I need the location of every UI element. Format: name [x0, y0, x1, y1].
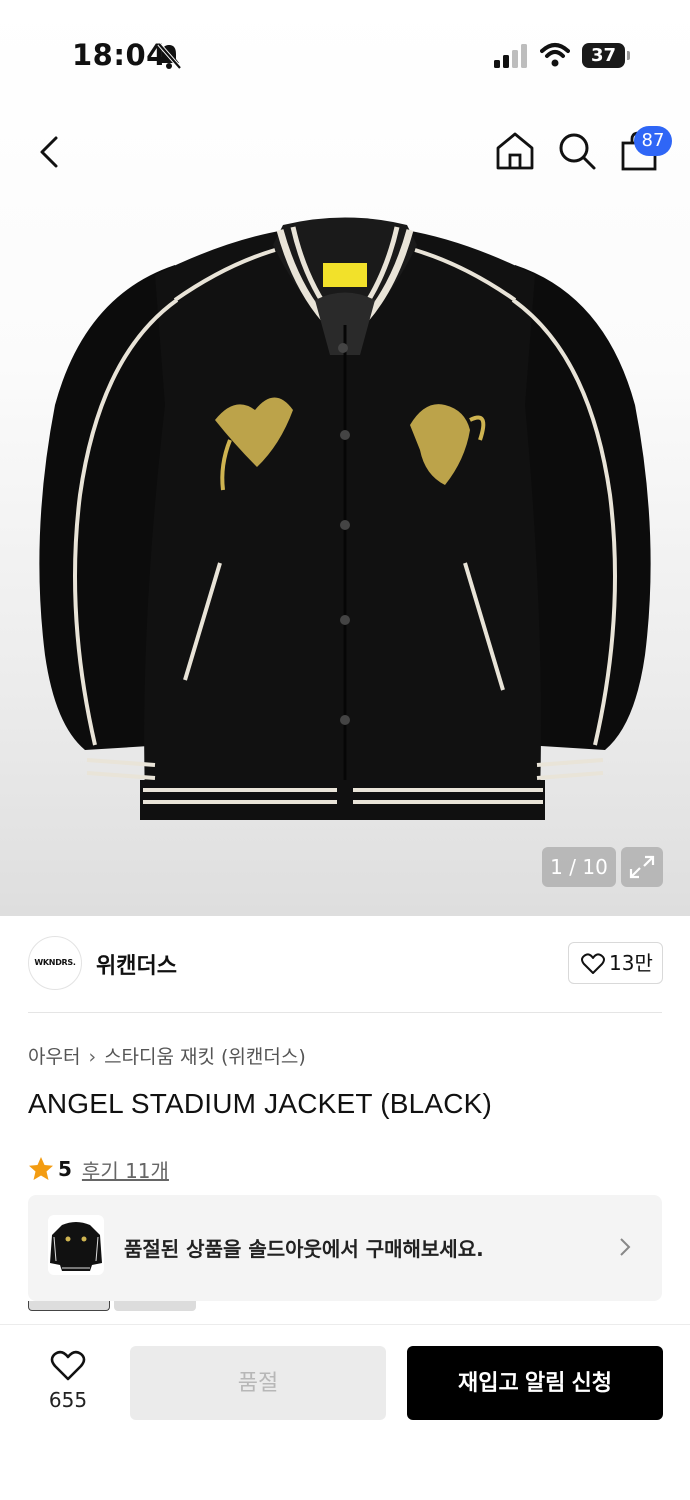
status-time: 18:04 — [72, 38, 167, 72]
heart-icon — [50, 1350, 86, 1381]
breadcrumb: 아우터 › 스타디움 재킷 (위캔더스) — [28, 1042, 306, 1069]
rating-score: 5 — [58, 1157, 72, 1181]
wishlist-count: 655 — [48, 1388, 88, 1412]
bell-slash-icon — [157, 42, 182, 70]
cellular-signal-icon — [494, 44, 527, 68]
expand-icon — [629, 855, 655, 879]
brand-like-count: 13만 — [609, 951, 653, 975]
cart-count-badge: 87 — [634, 126, 672, 156]
heart-icon — [581, 953, 605, 974]
image-counter: 1 / 10 — [542, 847, 616, 887]
breadcrumb-item-outer[interactable]: 아우터 — [28, 1046, 80, 1068]
brand-like-button[interactable]: 13만 — [568, 942, 663, 984]
status-bar: 18:04 37 — [0, 0, 690, 100]
restock-alert-button[interactable]: 재입고 알림 신청 — [407, 1346, 663, 1420]
expand-button[interactable] — [621, 847, 663, 887]
battery-level: 37 — [590, 45, 617, 66]
brand-logo[interactable]: WKNDRS. — [28, 936, 82, 990]
wishlist-button[interactable]: 655 — [28, 1346, 108, 1420]
back-button[interactable] — [30, 130, 70, 174]
tab-stub — [114, 1301, 196, 1311]
tab-stub — [28, 1301, 110, 1311]
product-thumbnail — [48, 1215, 104, 1275]
chevron-right-icon: › — [88, 1046, 97, 1068]
home-icon[interactable] — [494, 130, 536, 172]
soldout-button: 품절 — [130, 1346, 386, 1420]
breadcrumb-item-stadium-jacket[interactable]: 스타디움 재킷 (위캔더스) — [104, 1046, 306, 1068]
product-image — [39, 217, 651, 820]
divider — [28, 1012, 662, 1013]
star-icon — [29, 1157, 53, 1180]
search-icon[interactable] — [556, 130, 598, 172]
soldout-banner[interactable]: 품절된 상품을 솔드아웃에서 구매해보세요. — [28, 1195, 662, 1301]
brand-name[interactable]: 위캔더스 — [96, 948, 177, 980]
rating: 5 후기 11개 — [28, 1154, 169, 1184]
product-title: ANGEL STADIUM JACKET (BLACK) — [28, 1088, 493, 1119]
chevron-right-icon — [620, 1238, 631, 1256]
battery-icon: 37 — [582, 43, 630, 68]
review-link[interactable]: 후기 11개 — [82, 1155, 169, 1184]
wifi-icon — [540, 43, 570, 67]
soldout-banner-text: 품절된 상품을 솔드아웃에서 구매해보세요. — [124, 1237, 484, 1261]
brand-logo-text: WKNDRS. — [34, 958, 76, 967]
